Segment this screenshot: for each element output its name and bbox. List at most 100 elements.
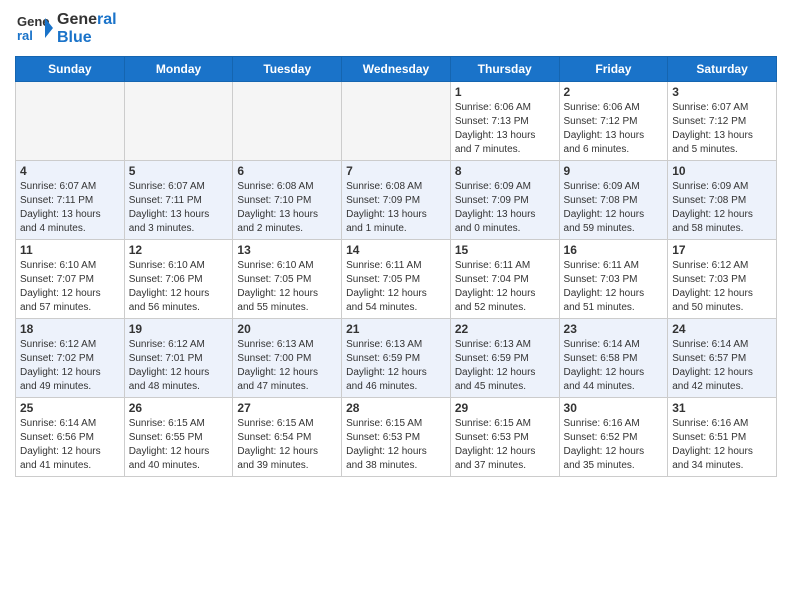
- day-header-sunday: Sunday: [16, 57, 125, 82]
- day-info: Sunrise: 6:15 AM Sunset: 6:53 PM Dayligh…: [455, 417, 555, 473]
- day-info: Sunrise: 6:14 AM Sunset: 6:58 PM Dayligh…: [564, 338, 664, 394]
- day-info: Sunrise: 6:12 AM Sunset: 7:01 PM Dayligh…: [129, 338, 229, 394]
- day-number: 27: [237, 401, 337, 415]
- day-headers: SundayMondayTuesdayWednesdayThursdayFrid…: [16, 57, 777, 82]
- calendar-cell: 21 Sunrise: 6:13 AM Sunset: 6:59 PM Dayli…: [342, 319, 451, 398]
- calendar-week-5: 25 Sunrise: 6:14 AM Sunset: 6:56 PM Dayli…: [16, 398, 777, 477]
- day-info: Sunrise: 6:07 AM Sunset: 7:11 PM Dayligh…: [129, 180, 229, 236]
- day-info: Sunrise: 6:13 AM Sunset: 6:59 PM Dayligh…: [346, 338, 446, 394]
- day-number: 24: [672, 322, 772, 336]
- calendar-week-2: 4 Sunrise: 6:07 AM Sunset: 7:11 PM Daylig…: [16, 161, 777, 240]
- calendar-cell: 31 Sunrise: 6:16 AM Sunset: 6:51 PM Dayli…: [668, 398, 777, 477]
- day-number: 2: [564, 85, 664, 99]
- day-info: Sunrise: 6:08 AM Sunset: 7:10 PM Dayligh…: [237, 180, 337, 236]
- calendar-cell: [124, 82, 233, 161]
- day-header-friday: Friday: [559, 57, 668, 82]
- calendar-cell: 6 Sunrise: 6:08 AM Sunset: 7:10 PM Daylig…: [233, 161, 342, 240]
- calendar-cell: 16 Sunrise: 6:11 AM Sunset: 7:03 PM Dayli…: [559, 240, 668, 319]
- calendar-cell: 20 Sunrise: 6:13 AM Sunset: 7:00 PM Dayli…: [233, 319, 342, 398]
- day-info: Sunrise: 6:10 AM Sunset: 7:06 PM Dayligh…: [129, 259, 229, 315]
- day-number: 5: [129, 164, 229, 178]
- day-info: Sunrise: 6:10 AM Sunset: 7:07 PM Dayligh…: [20, 259, 120, 315]
- logo-line2: Blue: [57, 29, 117, 47]
- calendar-cell: 2 Sunrise: 6:06 AM Sunset: 7:12 PM Daylig…: [559, 82, 668, 161]
- day-number: 11: [20, 243, 120, 257]
- svg-text:Gene: Gene: [17, 14, 50, 29]
- logo: Gene ral General Blue: [15, 10, 117, 48]
- calendar-cell: 17Sunrise: 6:12 AM Sunset: 7:03 PM Dayli…: [668, 240, 777, 319]
- day-number: 9: [564, 164, 664, 178]
- calendar-cell: [16, 82, 125, 161]
- calendar-cell: 13 Sunrise: 6:10 AM Sunset: 7:05 PM Dayli…: [233, 240, 342, 319]
- day-info: Sunrise: 6:13 AM Sunset: 6:59 PM Dayligh…: [455, 338, 555, 394]
- day-number: 14: [346, 243, 446, 257]
- calendar-cell: 19 Sunrise: 6:12 AM Sunset: 7:01 PM Dayli…: [124, 319, 233, 398]
- calendar-cell: 1Sunrise: 6:06 AM Sunset: 7:13 PM Daylig…: [450, 82, 559, 161]
- calendar-week-3: 11 Sunrise: 6:10 AM Sunset: 7:07 PM Dayli…: [16, 240, 777, 319]
- calendar-cell: 8 Sunrise: 6:09 AM Sunset: 7:09 PM Daylig…: [450, 161, 559, 240]
- calendar-cell: 12Sunrise: 6:10 AM Sunset: 7:06 PM Dayli…: [124, 240, 233, 319]
- day-number: 1: [455, 85, 555, 99]
- calendar-cell: 30Sunrise: 6:16 AM Sunset: 6:52 PM Dayli…: [559, 398, 668, 477]
- day-number: 20: [237, 322, 337, 336]
- calendar-cell: 7Sunrise: 6:08 AM Sunset: 7:09 PM Daylig…: [342, 161, 451, 240]
- day-number: 19: [129, 322, 229, 336]
- day-number: 4: [20, 164, 120, 178]
- calendar-cell: 11 Sunrise: 6:10 AM Sunset: 7:07 PM Dayli…: [16, 240, 125, 319]
- day-number: 16: [564, 243, 664, 257]
- day-number: 3: [672, 85, 772, 99]
- calendar-cell: 14 Sunrise: 6:11 AM Sunset: 7:05 PM Dayli…: [342, 240, 451, 319]
- day-number: 10: [672, 164, 772, 178]
- calendar-week-4: 18 Sunrise: 6:12 AM Sunset: 7:02 PM Dayli…: [16, 319, 777, 398]
- day-info: Sunrise: 6:09 AM Sunset: 7:08 PM Dayligh…: [672, 180, 772, 236]
- day-info: Sunrise: 6:16 AM Sunset: 6:51 PM Dayligh…: [672, 417, 772, 473]
- day-info: Sunrise: 6:12 AM Sunset: 7:02 PM Dayligh…: [20, 338, 120, 394]
- calendar-cell: 4 Sunrise: 6:07 AM Sunset: 7:11 PM Daylig…: [16, 161, 125, 240]
- calendar-cell: 22Sunrise: 6:13 AM Sunset: 6:59 PM Dayli…: [450, 319, 559, 398]
- calendar-cell: [233, 82, 342, 161]
- day-info: Sunrise: 6:15 AM Sunset: 6:55 PM Dayligh…: [129, 417, 229, 473]
- day-number: 7: [346, 164, 446, 178]
- calendar-cell: 27 Sunrise: 6:15 AM Sunset: 6:54 PM Dayli…: [233, 398, 342, 477]
- day-info: Sunrise: 6:06 AM Sunset: 7:12 PM Dayligh…: [564, 101, 664, 157]
- day-info: Sunrise: 6:07 AM Sunset: 7:11 PM Dayligh…: [20, 180, 120, 236]
- calendar: SundayMondayTuesdayWednesdayThursdayFrid…: [15, 56, 777, 477]
- day-info: Sunrise: 6:14 AM Sunset: 6:56 PM Dayligh…: [20, 417, 120, 473]
- logo-line1: General: [57, 11, 117, 29]
- day-info: Sunrise: 6:11 AM Sunset: 7:04 PM Dayligh…: [455, 259, 555, 315]
- day-info: Sunrise: 6:09 AM Sunset: 7:08 PM Dayligh…: [564, 180, 664, 236]
- day-number: 6: [237, 164, 337, 178]
- logo-svg: Gene ral: [15, 10, 53, 48]
- day-number: 26: [129, 401, 229, 415]
- day-header-thursday: Thursday: [450, 57, 559, 82]
- calendar-cell: [342, 82, 451, 161]
- calendar-week-1: 1Sunrise: 6:06 AM Sunset: 7:13 PM Daylig…: [16, 82, 777, 161]
- day-number: 18: [20, 322, 120, 336]
- day-number: 25: [20, 401, 120, 415]
- day-info: Sunrise: 6:15 AM Sunset: 6:54 PM Dayligh…: [237, 417, 337, 473]
- calendar-cell: 3Sunrise: 6:07 AM Sunset: 7:12 PM Daylig…: [668, 82, 777, 161]
- day-number: 23: [564, 322, 664, 336]
- day-number: 17: [672, 243, 772, 257]
- day-header-monday: Monday: [124, 57, 233, 82]
- day-info: Sunrise: 6:11 AM Sunset: 7:03 PM Dayligh…: [564, 259, 664, 315]
- day-header-saturday: Saturday: [668, 57, 777, 82]
- calendar-cell: 5 Sunrise: 6:07 AM Sunset: 7:11 PM Daylig…: [124, 161, 233, 240]
- day-number: 8: [455, 164, 555, 178]
- calendar-cell: 28Sunrise: 6:15 AM Sunset: 6:53 PM Dayli…: [342, 398, 451, 477]
- day-number: 13: [237, 243, 337, 257]
- day-info: Sunrise: 6:09 AM Sunset: 7:09 PM Dayligh…: [455, 180, 555, 236]
- day-info: Sunrise: 6:11 AM Sunset: 7:05 PM Dayligh…: [346, 259, 446, 315]
- day-header-tuesday: Tuesday: [233, 57, 342, 82]
- day-info: Sunrise: 6:13 AM Sunset: 7:00 PM Dayligh…: [237, 338, 337, 394]
- day-number: 30: [564, 401, 664, 415]
- calendar-cell: 24Sunrise: 6:14 AM Sunset: 6:57 PM Dayli…: [668, 319, 777, 398]
- day-info: Sunrise: 6:10 AM Sunset: 7:05 PM Dayligh…: [237, 259, 337, 315]
- day-number: 31: [672, 401, 772, 415]
- day-number: 21: [346, 322, 446, 336]
- calendar-cell: 10 Sunrise: 6:09 AM Sunset: 7:08 PM Dayli…: [668, 161, 777, 240]
- day-number: 29: [455, 401, 555, 415]
- day-info: Sunrise: 6:15 AM Sunset: 6:53 PM Dayligh…: [346, 417, 446, 473]
- calendar-cell: 18 Sunrise: 6:12 AM Sunset: 7:02 PM Dayli…: [16, 319, 125, 398]
- day-number: 15: [455, 243, 555, 257]
